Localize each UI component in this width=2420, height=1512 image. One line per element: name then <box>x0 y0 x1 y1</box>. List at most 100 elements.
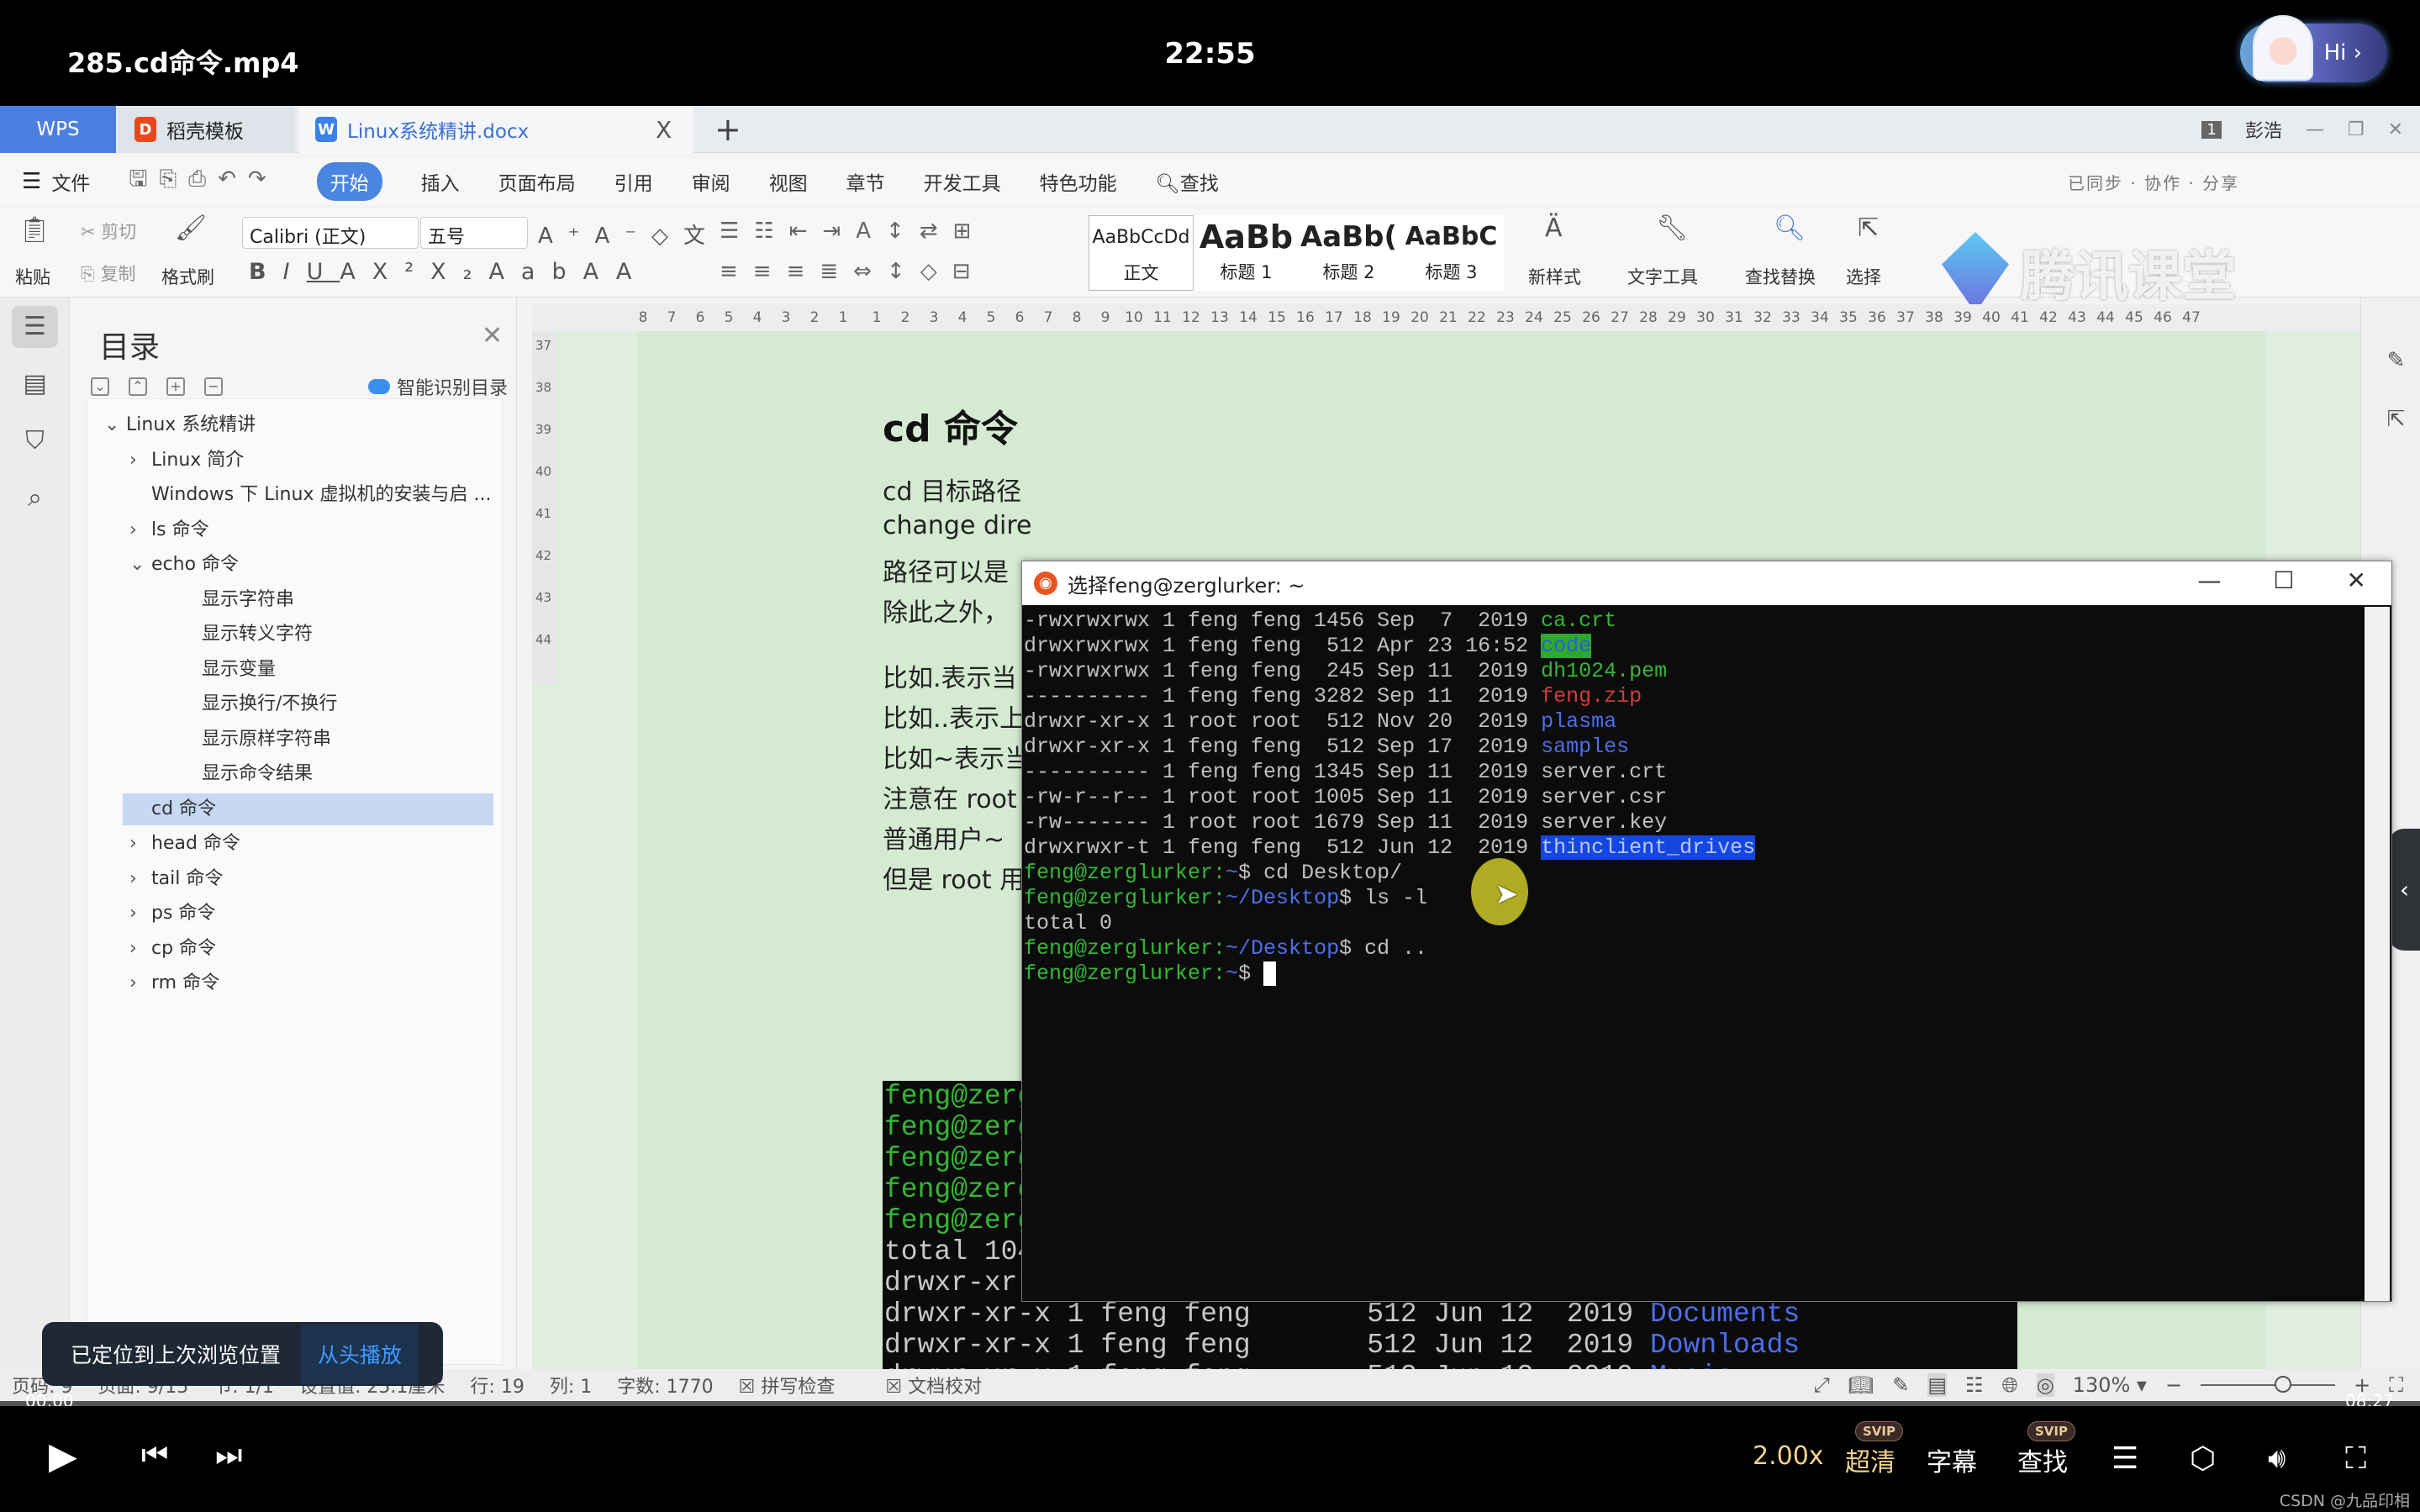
toc-item[interactable]: › cp 命令 <box>87 933 493 965</box>
expand-down-icon[interactable]: ⌄ <box>91 377 109 396</box>
previous-icon[interactable]: ⏮ <box>141 1438 168 1473</box>
menu-review[interactable]: 审阅 <box>692 167 730 196</box>
toc-item[interactable]: 显示转义字符 <box>87 619 493 651</box>
menu-view[interactable]: 视图 <box>769 167 808 196</box>
toc-item[interactable]: › tail 命令 <box>87 863 493 895</box>
close-icon[interactable]: ✕ <box>482 321 503 350</box>
chevron-icon[interactable]: › <box>129 898 151 930</box>
text-tools-button[interactable]: 文字工具 <box>1627 264 1698 289</box>
horizontal-ruler[interactable]: 8 7 6 5 4 3 2 1 1 2 3 4 5 6 7 8 9 10 11 12 13 14 15 16 17 18 19 20 2… <box>532 304 2360 331</box>
sync-label[interactable]: 已同步 <box>2068 173 2123 193</box>
menu-features[interactable]: 特色功能 <box>1040 167 1117 196</box>
find-icon[interactable]: ⌕ <box>12 477 58 519</box>
chevron-icon[interactable]: › <box>129 933 151 965</box>
playlist-icon[interactable]: ☰ <box>2112 1441 2138 1476</box>
zoom-select[interactable]: 130% ▾ <box>2073 1373 2147 1397</box>
close-tab-icon[interactable]: X <box>656 116 672 144</box>
select-button[interactable]: 选择 <box>1846 264 1881 289</box>
chevron-icon[interactable]: › <box>129 863 151 895</box>
play-icon[interactable]: ▶ <box>49 1435 77 1478</box>
font-tools-row[interactable]: A⁺A⁻◇文 <box>538 219 720 250</box>
menu-chapter[interactable]: 章节 <box>846 167 885 196</box>
pointer-icon[interactable]: ⇱ <box>1858 213 1879 243</box>
style-heading-2[interactable]: AaBb(标题 2 <box>1296 215 1401 291</box>
menu-insert[interactable]: 插入 <box>421 167 460 196</box>
collapse-up-icon[interactable]: ⌃ <box>129 377 147 396</box>
menu-home[interactable]: 开始 <box>316 162 382 201</box>
font-family-select[interactable]: Calibri (正文) <box>242 217 419 249</box>
add-level-icon[interactable]: + <box>166 377 185 396</box>
toc-item[interactable]: 显示原样字符串 <box>87 724 493 756</box>
volume-icon[interactable]: 🔊︎ <box>2268 1441 2286 1475</box>
menu-layout[interactable]: 页面布局 <box>498 167 576 196</box>
edit-icon[interactable]: ✎ <box>1892 1373 1909 1397</box>
toc-item[interactable]: 显示换行/不换行 <box>87 688 493 720</box>
maximize-icon[interactable]: ☐ <box>2273 566 2294 594</box>
toc-item[interactable]: › ls 命令 <box>87 514 493 546</box>
collab-label[interactable]: 协作 <box>2144 173 2181 193</box>
toc-item[interactable]: › head 命令 <box>87 828 493 860</box>
new-tab-button[interactable]: + <box>714 111 741 148</box>
toc-item[interactable]: ⌄ Linux 系统精讲 <box>87 409 493 441</box>
chevron-icon[interactable]: › <box>129 967 151 999</box>
zoom-slider-knob[interactable] <box>2275 1376 2292 1393</box>
chevron-icon[interactable]: ⌄ <box>129 549 151 581</box>
find-replace-button[interactable]: 查找替换 <box>1745 264 1816 289</box>
paragraph-tools-row[interactable]: ☰☷⇤⇥A↕⇄⊞ <box>720 219 986 244</box>
pen-icon[interactable]: ✎ <box>2373 340 2419 382</box>
terminal-window[interactable]: ◉ 选择feng@zerglurker: ~ — ☐ ✕ -rwxrwxrwx 1… <box>1021 561 2392 1302</box>
toc-item[interactable]: › Linux 简介 <box>87 445 493 477</box>
format-painter-icon[interactable]: 🖌︎ <box>175 213 207 243</box>
smart-toc-button[interactable]: 智能识别目录 <box>368 373 508 400</box>
exit-fullscreen-icon[interactable]: ⛶ <box>2345 1441 2366 1477</box>
toc-item[interactable]: › rm 命令 <box>87 967 493 999</box>
restore-icon[interactable]: ❐ <box>2348 119 2365 140</box>
menu-references[interactable]: 引用 <box>614 167 653 196</box>
remove-level-icon[interactable]: − <box>204 377 223 396</box>
toc-item[interactable]: cd 命令 <box>123 793 493 825</box>
bookmark-icon[interactable]: ⛉ <box>12 420 58 462</box>
toc-item[interactable]: ⌄ echo 命令 <box>87 549 493 581</box>
style-normal[interactable]: AaBbCcDd 正文 <box>1089 215 1194 291</box>
settings-icon[interactable]: ⬡ <box>2190 1441 2216 1476</box>
style-heading-3[interactable]: AaBbC 标题 3 <box>1399 215 1504 291</box>
chevron-icon[interactable]: › <box>129 828 151 860</box>
toc-item[interactable]: 显示变量 <box>87 654 493 686</box>
notification-badge[interactable]: 1 <box>2201 120 2222 139</box>
alignment-row[interactable]: ≡≡≡≣⇔↕◇⊟ <box>720 259 986 284</box>
terminal-output[interactable]: -rwxrwxrwx 1 feng feng 1456 Sep 7 2019 c… <box>1024 608 2365 1298</box>
vertical-ruler[interactable]: 37 38 39 40 41 42 43 44 <box>532 331 557 684</box>
cursor-icon[interactable]: ⇱ <box>2373 398 2419 440</box>
search-button[interactable]: SVIP 查找 <box>2017 1421 2075 1478</box>
outline-icon[interactable]: ▤ <box>12 363 58 405</box>
read-mode-icon[interactable]: 📖︎ <box>1848 1373 1874 1397</box>
chevron-icon[interactable]: › <box>129 514 151 546</box>
zoom-slider[interactable] <box>2201 1376 2336 1393</box>
font-size-select[interactable]: 五号 <box>420 217 528 249</box>
text-format-row[interactable]: BIUAX²X₂AabAA <box>249 259 648 285</box>
outline-view-icon[interactable]: ☷ <box>1965 1373 1984 1397</box>
zoom-out-icon[interactable]: − <box>2165 1373 2182 1397</box>
proofread-button[interactable]: ☒ 文档校对 <box>885 1372 1007 1399</box>
eye-protection-icon[interactable]: ◎ <box>2036 1373 2054 1397</box>
toc-item[interactable]: 显示字符串 <box>87 584 493 616</box>
menu-search[interactable]: 🔍︎查找 <box>1156 167 1219 196</box>
toc-item[interactable]: Windows 下 Linux 虚拟机的安装与启 ... <box>87 479 493 511</box>
restart-button[interactable]: 从头播放 <box>301 1324 419 1384</box>
menu-developer[interactable]: 开发工具 <box>924 167 1001 196</box>
assistant-avatar-icon[interactable] <box>2253 15 2313 81</box>
tab-document[interactable]: W Linux系统精讲.docx <box>298 106 693 153</box>
page-view-icon[interactable]: ▤ <box>1927 1373 1947 1397</box>
paste-icon[interactable]: 📋︎ <box>18 215 50 245</box>
fullscreen-icon[interactable]: ⤢ <box>1814 1373 1830 1397</box>
paste-button[interactable]: 粘贴 <box>15 264 50 289</box>
toc-icon[interactable]: ☰ <box>12 306 58 348</box>
toc-item[interactable]: 显示命令结果 <box>87 758 493 790</box>
minimize-icon[interactable]: — <box>2197 566 2221 594</box>
chevron-icon[interactable]: › <box>129 445 151 477</box>
cut-button[interactable]: ✂ 剪切 <box>81 219 136 244</box>
spell-check-button[interactable]: ☒ 拼写检查 <box>739 1372 861 1399</box>
close-window-icon[interactable]: ✕ <box>2388 119 2403 140</box>
hamburger-icon[interactable]: ☰ <box>22 169 41 194</box>
toc-item[interactable]: › ps 命令 <box>87 898 493 930</box>
